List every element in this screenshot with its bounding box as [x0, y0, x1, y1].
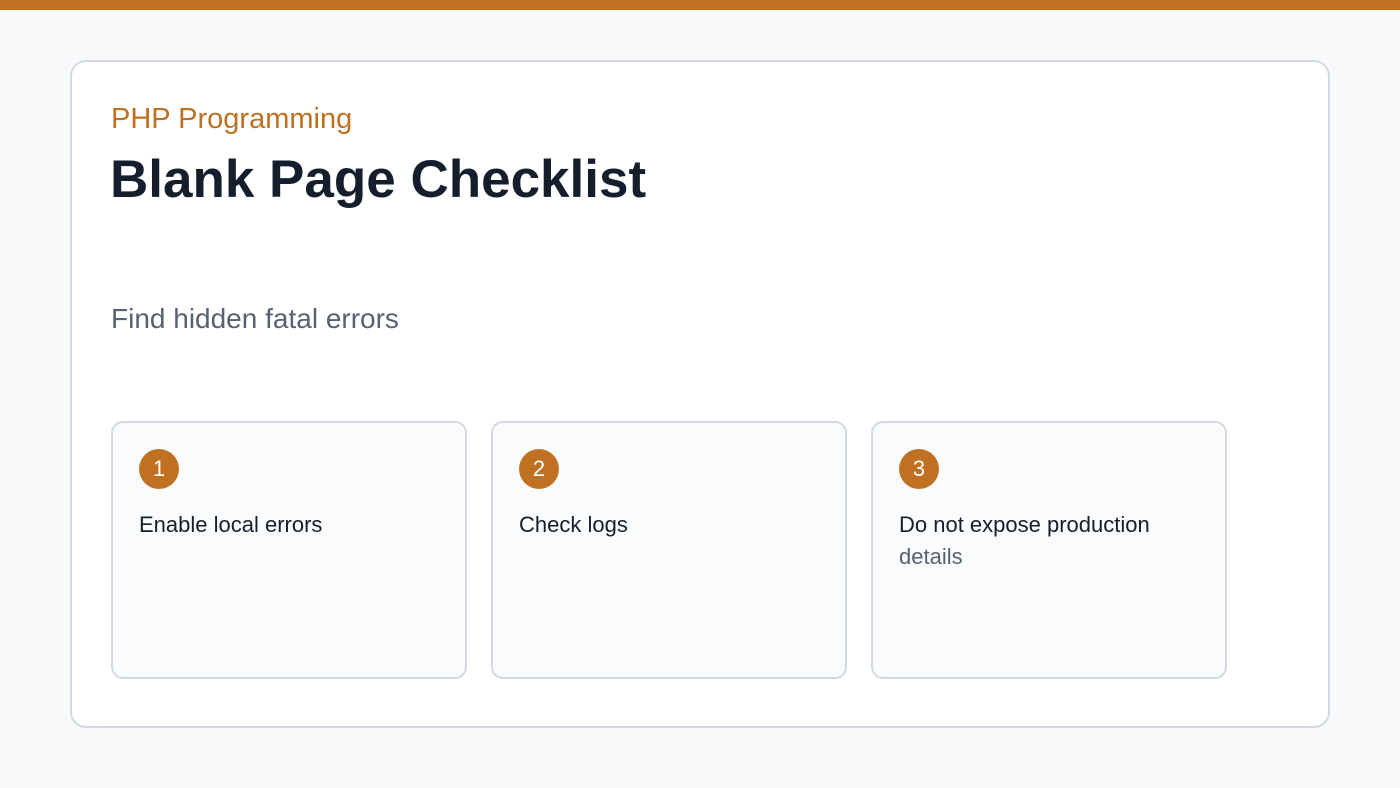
step-text: Do not expose production details	[899, 509, 1199, 573]
step-text-line1: Do not expose production	[899, 512, 1150, 537]
checklist-card: PHP Programming Blank Page Checklist Fin…	[70, 60, 1330, 728]
category-label: PHP Programming	[111, 103, 353, 135]
accent-top-bar	[0, 0, 1400, 10]
step-number-badge: 3	[899, 449, 939, 489]
step-text-line1: Enable local errors	[139, 512, 323, 537]
step-card-2: 2 Check logs	[491, 421, 847, 679]
page-title: Blank Page Checklist	[110, 150, 647, 209]
step-text-line1: Check logs	[519, 512, 628, 537]
step-number-badge: 1	[139, 449, 179, 489]
step-text: Check logs	[519, 509, 819, 541]
step-number-badge: 2	[519, 449, 559, 489]
page-subtitle: Find hidden fatal errors	[111, 303, 399, 334]
step-text: Enable local errors	[139, 509, 439, 541]
step-text-line2: details	[899, 544, 963, 569]
steps-list: 1 Enable local errors 2 Check logs 3 Do …	[111, 421, 1251, 679]
step-card-1: 1 Enable local errors	[111, 421, 467, 679]
step-card-3: 3 Do not expose production details	[871, 421, 1227, 679]
